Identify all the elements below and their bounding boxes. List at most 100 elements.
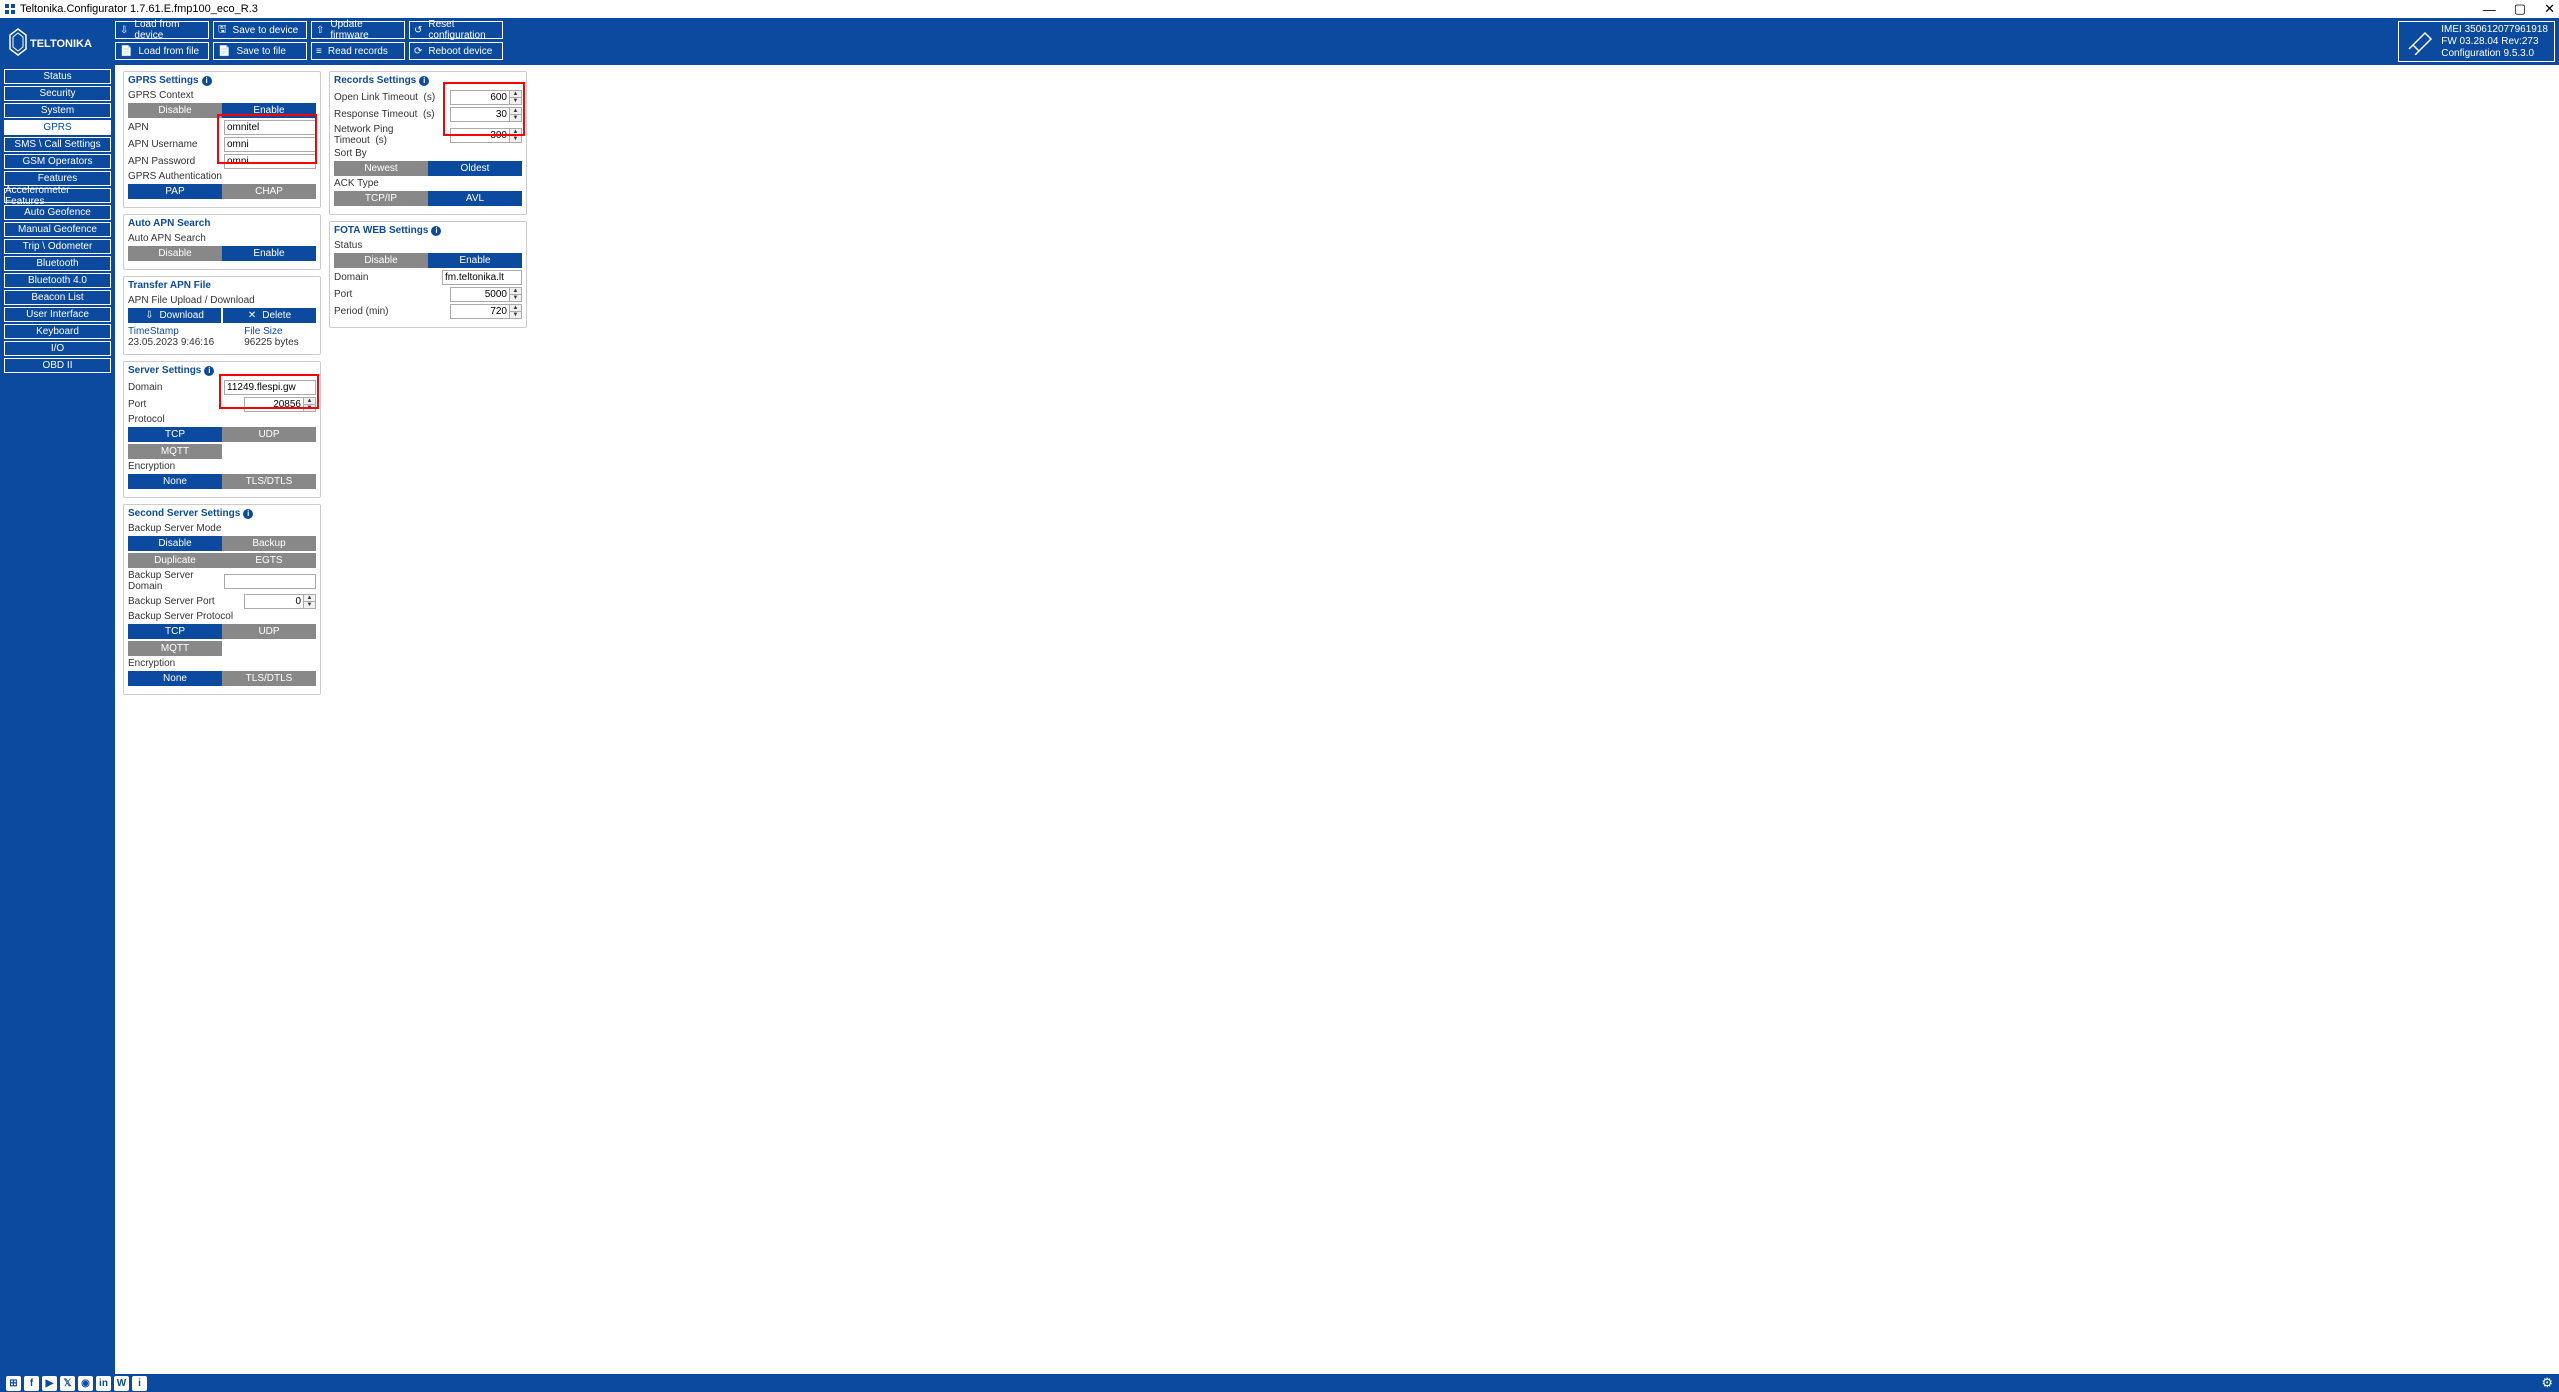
- server-port-input[interactable]: [244, 397, 304, 412]
- wiki-icon[interactable]: W: [114, 1376, 129, 1391]
- apn-pass-input[interactable]: [224, 154, 316, 169]
- instagram-icon[interactable]: ◉: [78, 1376, 93, 1391]
- minimize-button[interactable]: —: [2483, 2, 2496, 17]
- sidebar-item-manual-geofence[interactable]: Manual Geofence: [4, 222, 111, 237]
- apn-input[interactable]: [224, 120, 316, 135]
- reset-config-button[interactable]: ↺Reset configuration: [409, 21, 503, 39]
- fota-period-spinner[interactable]: ▲▼: [510, 304, 522, 319]
- olt-spinner[interactable]: ▲▼: [510, 90, 522, 105]
- backup-duplicate-button[interactable]: Duplicate: [128, 553, 222, 568]
- sidebar-item-auto-geofence[interactable]: Auto Geofence: [4, 205, 111, 220]
- rt-spinner[interactable]: ▲▼: [510, 107, 522, 122]
- enc-none-button[interactable]: None: [128, 474, 222, 489]
- download-button[interactable]: ⇩Download: [128, 308, 221, 323]
- fota-domain-input[interactable]: [442, 270, 522, 285]
- udp-button[interactable]: UDP: [222, 427, 316, 442]
- backup-udp-button[interactable]: UDP: [222, 624, 316, 639]
- server-domain-input[interactable]: [224, 380, 316, 395]
- sidebar-item-gprs[interactable]: GPRS: [4, 120, 111, 135]
- records-icon: ≡: [316, 46, 322, 57]
- social-grid-icon[interactable]: ⊞: [6, 1376, 21, 1391]
- backup-enc-label: Encryption: [128, 658, 316, 669]
- rt-input[interactable]: [450, 107, 510, 122]
- sidebar-item-status[interactable]: Status: [4, 69, 111, 84]
- fota-disable-button[interactable]: Disable: [334, 253, 428, 268]
- enc-tls-button[interactable]: TLS/DTLS: [222, 474, 316, 489]
- settings-gear-icon[interactable]: ⚙: [2541, 1375, 2553, 1391]
- gprs-disable-button[interactable]: Disable: [128, 103, 222, 118]
- tcpip-button[interactable]: TCP/IP: [334, 191, 428, 206]
- info-icon[interactable]: i: [431, 226, 441, 236]
- backup-tcp-button[interactable]: TCP: [128, 624, 222, 639]
- info-icon[interactable]: i: [202, 76, 212, 86]
- sidebar-item-trip-odometer[interactable]: Trip \ Odometer: [4, 239, 111, 254]
- sidebar-item-system[interactable]: System: [4, 103, 111, 118]
- port-spinner[interactable]: ▲▼: [304, 397, 316, 412]
- reboot-device-button[interactable]: ⟳Reboot device: [409, 42, 503, 60]
- olt-input[interactable]: [450, 90, 510, 105]
- update-firmware-button[interactable]: ⇧Update firmware: [311, 21, 405, 39]
- reboot-icon: ⟳: [414, 46, 422, 57]
- device-info-box: IMEI 350612077961918 FW 03.28.04 Rev:273…: [2398, 21, 2555, 62]
- load-from-file-button[interactable]: 📄Load from file: [115, 42, 209, 60]
- read-records-button[interactable]: ≡Read records: [311, 42, 405, 60]
- info-icon[interactable]: i: [243, 509, 253, 519]
- sidebar-item-bluetooth40[interactable]: Bluetooth 4.0: [4, 273, 111, 288]
- backup-port-spinner[interactable]: ▲▼: [304, 594, 316, 609]
- save-to-file-button[interactable]: 📄Save to file: [213, 42, 307, 60]
- sidebar-item-gsm-operators[interactable]: GSM Operators: [4, 154, 111, 169]
- sidebar-item-obd2[interactable]: OBD II: [4, 358, 111, 373]
- facebook-icon[interactable]: f: [24, 1376, 39, 1391]
- twitter-icon[interactable]: 𝕏: [60, 1376, 75, 1391]
- backup-disable-button[interactable]: Disable: [128, 536, 222, 551]
- mqtt-button[interactable]: MQTT: [128, 444, 222, 459]
- tcp-button[interactable]: TCP: [128, 427, 222, 442]
- pap-button[interactable]: PAP: [128, 184, 222, 199]
- backup-mqtt-button[interactable]: MQTT: [128, 641, 222, 656]
- fota-web-panel: FOTA WEB Settingsi Status Disable Enable…: [329, 221, 527, 328]
- sidebar-item-sms-call[interactable]: SMS \ Call Settings: [4, 137, 111, 152]
- fota-period-label: Period (min): [334, 306, 446, 317]
- backup-egts-button[interactable]: EGTS: [222, 553, 316, 568]
- backup-backup-button[interactable]: Backup: [222, 536, 316, 551]
- gprs-enable-button[interactable]: Enable: [222, 103, 316, 118]
- sidebar-item-security[interactable]: Security: [4, 86, 111, 101]
- autoapn-disable-button[interactable]: Disable: [128, 246, 222, 261]
- fota-port-input[interactable]: [450, 287, 510, 302]
- oldest-button[interactable]: Oldest: [428, 161, 522, 176]
- info-icon[interactable]: i: [419, 76, 429, 86]
- load-from-device-button[interactable]: ⇩Load from device: [115, 21, 209, 39]
- backup-port-input[interactable]: [244, 594, 304, 609]
- avl-button[interactable]: AVL: [428, 191, 522, 206]
- backup-domain-input[interactable]: [224, 574, 316, 589]
- maximize-button[interactable]: ▢: [2514, 1, 2526, 17]
- sidebar-item-accelerometer[interactable]: Accelerometer Features: [4, 188, 111, 203]
- backup-enc-none-button[interactable]: None: [128, 671, 222, 686]
- chap-button[interactable]: CHAP: [222, 184, 316, 199]
- sidebar-item-user-interface[interactable]: User Interface: [4, 307, 111, 322]
- npt-input[interactable]: [450, 128, 510, 143]
- sidebar-item-bluetooth[interactable]: Bluetooth: [4, 256, 111, 271]
- autoapn-enable-button[interactable]: Enable: [222, 246, 316, 261]
- save-to-device-button[interactable]: 🖫Save to device: [213, 21, 307, 39]
- sidebar-item-keyboard[interactable]: Keyboard: [4, 324, 111, 339]
- upload-label: APN File Upload / Download: [128, 295, 316, 306]
- sidebar-item-io[interactable]: I/O: [4, 341, 111, 356]
- close-button[interactable]: ✕: [2544, 1, 2555, 17]
- youtube-icon[interactable]: ▶: [42, 1376, 57, 1391]
- fota-port-spinner[interactable]: ▲▼: [510, 287, 522, 302]
- sidebar-item-beacon-list[interactable]: Beacon List: [4, 290, 111, 305]
- apn-user-input[interactable]: [224, 137, 316, 152]
- encryption-label: Encryption: [128, 461, 316, 472]
- npt-spinner[interactable]: ▲▼: [510, 128, 522, 143]
- backup-mode-label: Backup Server Mode: [128, 523, 316, 534]
- fota-period-input[interactable]: [450, 304, 510, 319]
- backup-enc-tls-button[interactable]: TLS/DTLS: [222, 671, 316, 686]
- delete-button[interactable]: ✕Delete: [223, 308, 316, 323]
- info-icon[interactable]: i: [204, 366, 214, 376]
- reset-icon: ↺: [414, 25, 422, 36]
- newest-button[interactable]: Newest: [334, 161, 428, 176]
- fota-enable-button[interactable]: Enable: [428, 253, 522, 268]
- info-footer-icon[interactable]: i: [132, 1376, 147, 1391]
- linkedin-icon[interactable]: in: [96, 1376, 111, 1391]
